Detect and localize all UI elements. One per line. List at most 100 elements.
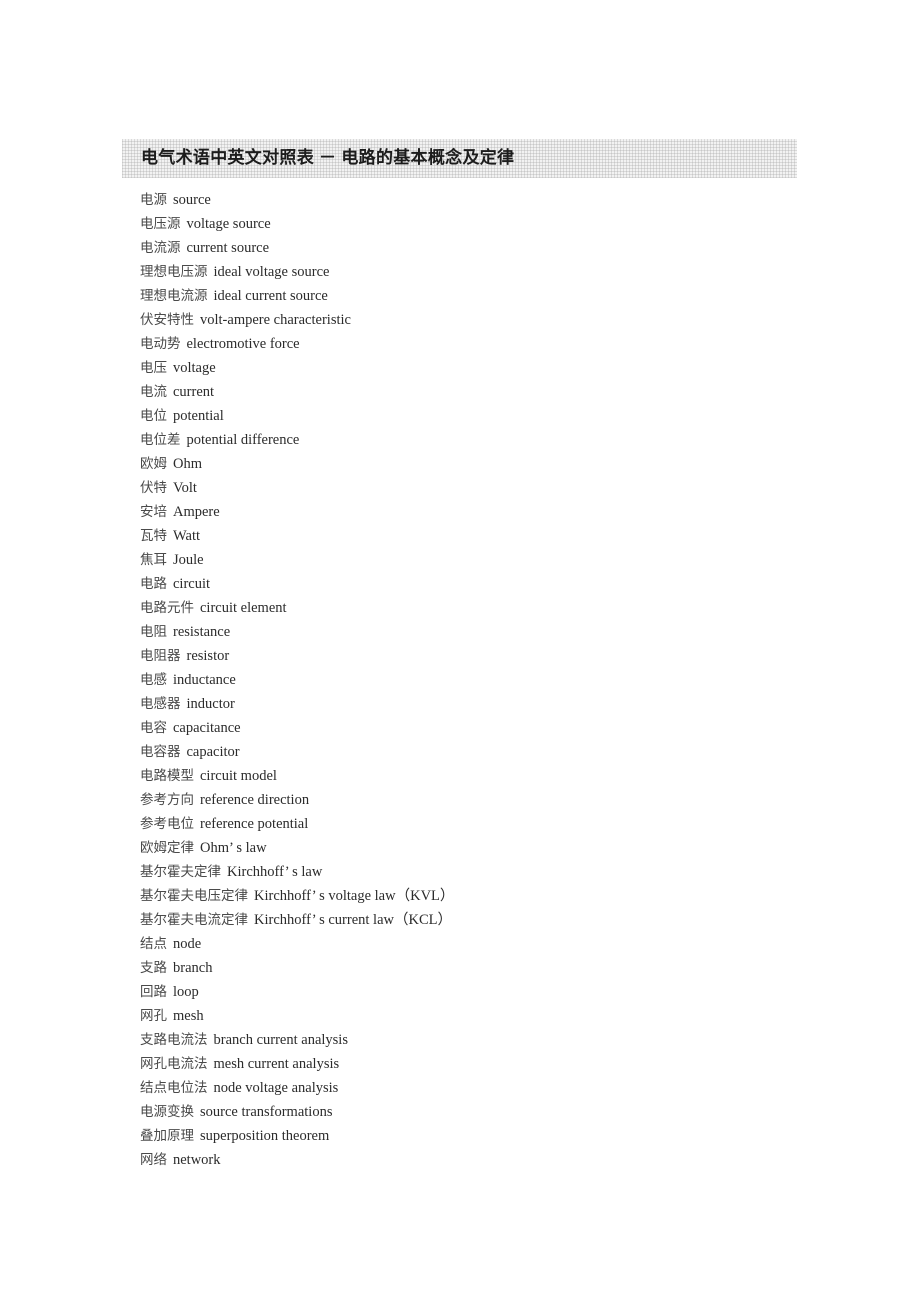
term-chinese: 支路电流法 bbox=[140, 1032, 208, 1048]
term-english: potential difference bbox=[186, 432, 300, 448]
term-english: mesh current analysis bbox=[213, 1056, 340, 1072]
term-chinese: 瓦特 bbox=[140, 528, 167, 544]
term-chinese: 欧姆定律 bbox=[140, 840, 194, 856]
term-chinese: 回路 bbox=[140, 984, 167, 1000]
list-item: 电源变换 source transformations bbox=[140, 1100, 840, 1124]
list-item: 基尔霍夫电流定律 Kirchhoff’ s current law（KCL） bbox=[140, 908, 840, 932]
term-english: source transformations bbox=[200, 1104, 333, 1120]
term-english: reference potential bbox=[200, 816, 309, 832]
term-chinese: 电位 bbox=[140, 408, 167, 424]
term-chinese: 网孔电流法 bbox=[140, 1056, 208, 1072]
list-item: 电流 current bbox=[140, 380, 840, 404]
list-item: 电动势 electromotive force bbox=[140, 332, 840, 356]
term-chinese: 理想电流源 bbox=[140, 288, 208, 304]
term-chinese: 理想电压源 bbox=[140, 264, 208, 280]
list-item: 网孔电流法 mesh current analysis bbox=[140, 1052, 840, 1076]
term-chinese: 电感器 bbox=[140, 696, 181, 712]
term-english: Ampere bbox=[173, 504, 220, 520]
list-item: 伏特 Volt bbox=[140, 476, 840, 500]
list-item: 电路模型 circuit model bbox=[140, 764, 840, 788]
list-item: 支路 branch bbox=[140, 956, 840, 980]
term-english: circuit model bbox=[200, 768, 277, 784]
term-english: current bbox=[173, 384, 215, 400]
term-chinese: 结点电位法 bbox=[140, 1080, 208, 1096]
term-chinese: 网络 bbox=[140, 1152, 167, 1168]
list-item: 电压源 voltage source bbox=[140, 212, 840, 236]
term-chinese: 安培 bbox=[140, 504, 167, 520]
term-chinese: 叠加原理 bbox=[140, 1128, 194, 1144]
term-english: inductance bbox=[173, 672, 236, 688]
term-chinese: 电路 bbox=[140, 576, 167, 592]
term-english: current source bbox=[186, 240, 270, 256]
list-item: 电容器 capacitor bbox=[140, 740, 840, 764]
list-item: 网孔 mesh bbox=[140, 1004, 840, 1028]
list-item: 电感 inductance bbox=[140, 668, 840, 692]
term-english: Ohm bbox=[173, 456, 202, 472]
list-item: 电路 circuit bbox=[140, 572, 840, 596]
term-chinese: 电位差 bbox=[140, 432, 181, 448]
term-chinese: 焦耳 bbox=[140, 552, 167, 568]
list-item: 参考方向 reference direction bbox=[140, 788, 840, 812]
term-chinese: 伏安特性 bbox=[140, 312, 194, 328]
list-item: 结点电位法 node voltage analysis bbox=[140, 1076, 840, 1100]
term-chinese: 电阻 bbox=[140, 624, 167, 640]
term-english: superposition theorem bbox=[200, 1128, 330, 1144]
term-english: capacitor bbox=[186, 744, 240, 760]
term-english: reference direction bbox=[200, 792, 310, 808]
term-english: node voltage analysis bbox=[213, 1080, 339, 1096]
page-title: 电气术语中英文对照表 － 电路的基本概念及定律 bbox=[141, 148, 515, 167]
list-item: 支路电流法 branch current analysis bbox=[140, 1028, 840, 1052]
term-chinese: 支路 bbox=[140, 960, 167, 976]
term-english: voltage bbox=[173, 360, 216, 376]
term-chinese: 电流 bbox=[140, 384, 167, 400]
term-english: circuit bbox=[173, 576, 211, 592]
term-chinese: 电压源 bbox=[140, 216, 181, 232]
term-chinese: 电压 bbox=[140, 360, 167, 376]
term-chinese: 电容 bbox=[140, 720, 167, 736]
list-item: 理想电流源 ideal current source bbox=[140, 284, 840, 308]
list-item: 欧姆 Ohm bbox=[140, 452, 840, 476]
term-chinese: 电阻器 bbox=[140, 648, 181, 664]
term-english: resistor bbox=[186, 648, 230, 664]
term-chinese: 伏特 bbox=[140, 480, 167, 496]
term-chinese: 结点 bbox=[140, 936, 167, 952]
term-english: inductor bbox=[186, 696, 235, 712]
document-page: 电气术语中英文对照表 － 电路的基本概念及定律 电源 source 电压源 volta… bbox=[0, 0, 920, 1302]
term-english: Joule bbox=[173, 552, 204, 568]
term-english: resistance bbox=[173, 624, 231, 640]
term-chinese: 参考方向 bbox=[140, 792, 194, 808]
list-item: 电感器 inductor bbox=[140, 692, 840, 716]
term-chinese: 电感 bbox=[140, 672, 167, 688]
term-chinese: 电源变换 bbox=[140, 1104, 194, 1120]
list-item: 叠加原理 superposition theorem bbox=[140, 1124, 840, 1148]
term-english: network bbox=[173, 1152, 221, 1168]
section-heading-band: 电气术语中英文对照表 － 电路的基本概念及定律 bbox=[122, 139, 797, 178]
list-item: 电源 source bbox=[140, 188, 840, 212]
term-chinese: 电源 bbox=[140, 192, 167, 208]
term-chinese: 基尔霍夫电压定律 bbox=[140, 888, 248, 904]
term-chinese: 欧姆 bbox=[140, 456, 167, 472]
list-item: 回路 loop bbox=[140, 980, 840, 1004]
list-item: 焦耳 Joule bbox=[140, 548, 840, 572]
term-english: ideal current source bbox=[213, 288, 328, 304]
term-english: volt-ampere characteristic bbox=[200, 312, 351, 328]
term-chinese: 电路元件 bbox=[140, 600, 194, 616]
term-chinese: 基尔霍夫定律 bbox=[140, 864, 221, 880]
term-english: Watt bbox=[173, 528, 201, 544]
list-item: 瓦特 Watt bbox=[140, 524, 840, 548]
list-item: 电阻 resistance bbox=[140, 620, 840, 644]
term-english: Ohm’ s law bbox=[200, 840, 267, 856]
term-english: node bbox=[173, 936, 202, 952]
list-item: 结点 node bbox=[140, 932, 840, 956]
list-item: 基尔霍夫电压定律 Kirchhoff’ s voltage law（KVL） bbox=[140, 884, 840, 908]
list-item: 电流源 current source bbox=[140, 236, 840, 260]
term-english: Kirchhoff’ s voltage law（KVL） bbox=[254, 888, 455, 904]
term-chinese: 基尔霍夫电流定律 bbox=[140, 912, 248, 928]
list-item: 伏安特性 volt-ampere characteristic bbox=[140, 308, 840, 332]
term-english: mesh bbox=[173, 1008, 204, 1024]
term-english: Volt bbox=[173, 480, 197, 496]
list-item: 电压 voltage bbox=[140, 356, 840, 380]
term-english: electromotive force bbox=[186, 336, 300, 352]
term-english: voltage source bbox=[186, 216, 271, 232]
list-item: 参考电位 reference potential bbox=[140, 812, 840, 836]
